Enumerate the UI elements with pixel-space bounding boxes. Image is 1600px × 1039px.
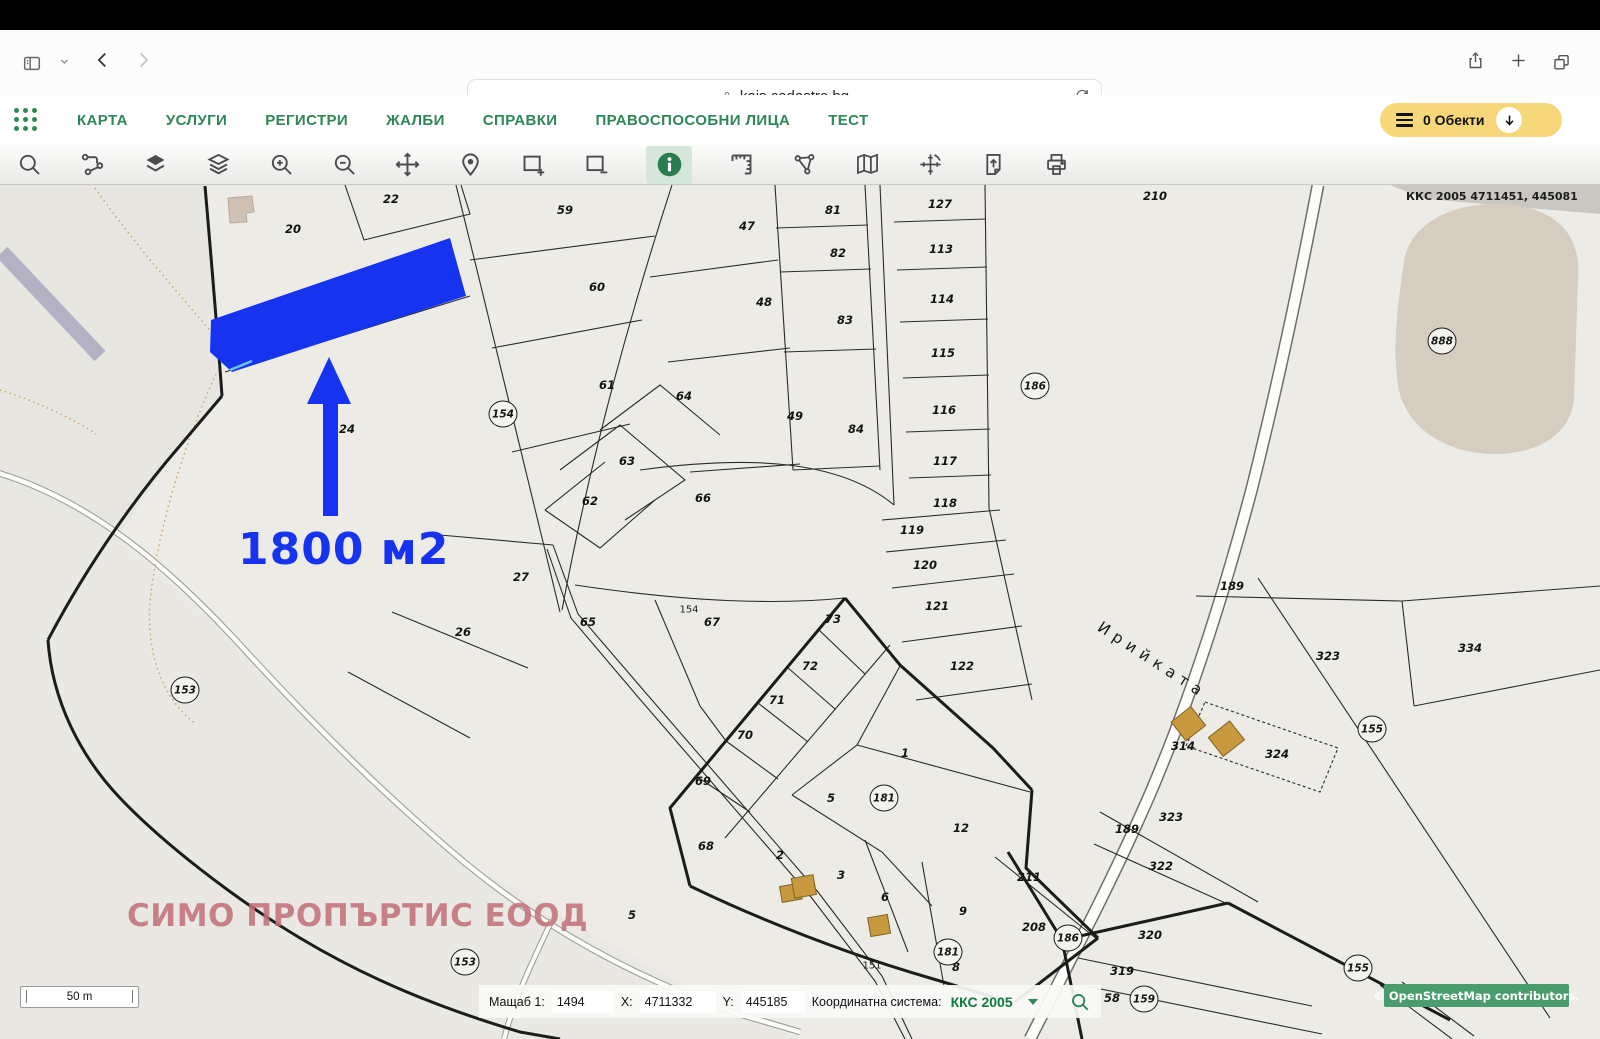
search-icon[interactable] [16,151,43,178]
info-icon[interactable] [646,145,692,184]
map-icon[interactable] [854,151,881,178]
y-input[interactable] [740,990,805,1013]
map-road-iriykata [1024,185,1325,1039]
highlight-area-label: 1800 м2 [238,524,450,575]
coordinate-axes-icon[interactable] [917,151,944,178]
scale-bar: 50 m [20,986,139,1008]
nav-item-test[interactable]: ТЕСТ [828,112,868,129]
measure-icon[interactable] [728,151,755,178]
nav-item-pravosposobni-litsa[interactable]: ПРАВОСПОСОБНИ ЛИЦА [595,112,790,129]
crs-label: Координатна система: [811,994,942,1009]
tabs-icon[interactable] [1551,50,1572,76]
sidebar-toggle-icon[interactable] [18,49,45,76]
status-bar: Мащаб 1: X: Y: Координатна система: ККС … [479,985,1101,1018]
crs-value[interactable]: ККС 2005 [951,994,1013,1010]
app-window: kais.cadastre.bg КАРТА УСЛУГИ РЕГИСТРИ Ж… [0,0,1600,1039]
menu-icon [1396,113,1413,127]
apps-grid-icon[interactable] [14,107,39,133]
highlight-parcel [210,238,466,372]
nav-item-spravki[interactable]: СПРАВКИ [483,112,558,129]
export-icon[interactable] [980,151,1007,178]
share-icon[interactable] [1465,50,1486,76]
zoom-out-icon[interactable] [331,151,358,178]
nav-item-zhalbi[interactable]: ЖАЛБИ [386,112,445,129]
polygon-nodes-icon[interactable] [791,151,818,178]
location-pin-icon[interactable] [457,151,484,178]
browser-chrome: kais.cadastre.bg [0,30,1600,114]
scale-input[interactable] [551,990,614,1013]
watermark: СИМО ПРОПЪРТИС ЕООД [127,898,589,934]
crs-dropdown-icon[interactable] [1027,998,1038,1005]
back-icon[interactable] [92,49,114,76]
print-icon[interactable] [1043,151,1070,178]
nav-item-karta[interactable]: КАРТА [77,112,128,129]
objects-button-label: 0 Обекти [1423,112,1485,128]
select-rect-add-icon[interactable] [520,151,547,178]
nav-item-uslugi[interactable]: УСЛУГИ [166,112,227,129]
y-label: Y: [722,994,734,1009]
objects-button[interactable]: 0 Обекти [1380,103,1562,137]
coordinate-search-icon[interactable] [1069,991,1091,1013]
map-terrain-blob [1395,203,1579,454]
forward-icon[interactable] [132,49,154,76]
map-toolbar [0,145,1600,185]
nav-item-registri[interactable]: РЕГИСТРИ [265,112,348,129]
select-rect-remove-icon[interactable] [583,151,610,178]
osm-attribution[interactable]: © OpenStreetMap contributors. [1373,984,1580,1007]
zoom-in-icon[interactable] [268,151,295,178]
route-nodes-icon[interactable] [79,151,106,178]
scale-bar-label: 50 m [66,991,93,1003]
main-nav: КАРТА УСЛУГИ РЕГИСТРИ ЖАЛБИ СПРАВКИ ПРАВ… [0,95,1600,145]
system-top-bar [0,0,1600,30]
map-coordinates-reference: ККС 2005 4711451, 445081 [1406,190,1578,203]
new-tab-icon[interactable] [1508,50,1529,76]
layers-filled-icon[interactable] [142,151,169,178]
layers-icon[interactable] [205,151,232,178]
scale-label: Мащаб 1: [489,994,545,1009]
map[interactable]: 20 22 59 60 61 64 63 62 47 48 49 81 82 83 84 127 113 114 1… [0,185,1600,1039]
chevron-down-icon[interactable] [59,54,70,72]
x-label: X: [620,994,633,1009]
download-arrow-icon[interactable] [1496,107,1523,133]
x-input[interactable] [639,990,716,1013]
pan-icon[interactable] [394,151,421,178]
highlight-arrow [307,357,351,516]
